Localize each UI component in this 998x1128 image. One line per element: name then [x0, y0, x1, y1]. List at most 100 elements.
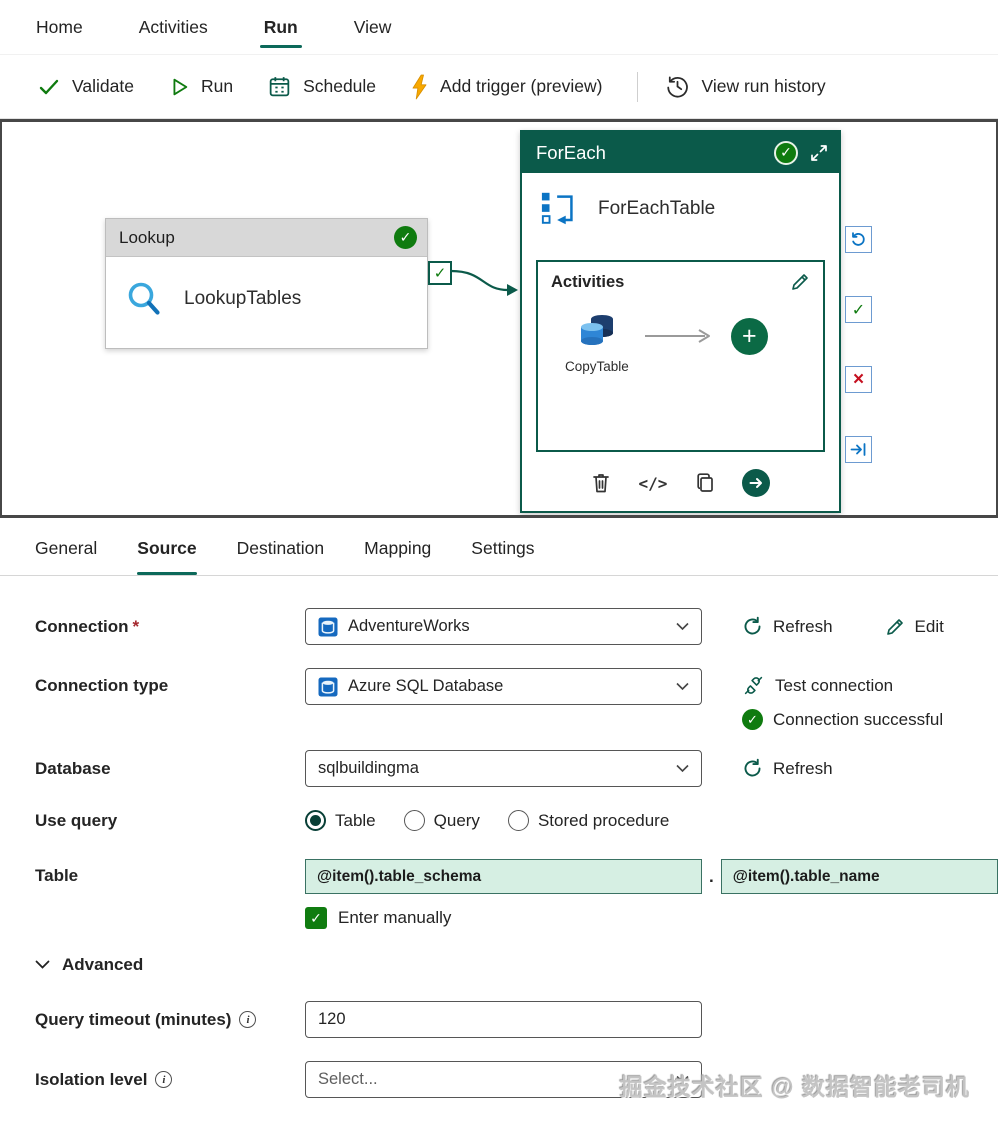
copy-activity-node[interactable]: CopyTable — [565, 312, 629, 374]
lookup-success-badge-icon: ✓ — [394, 226, 417, 249]
on-failure-port[interactable]: × — [845, 366, 872, 393]
view-run-history-button[interactable]: View run history — [652, 65, 838, 108]
edit-activities-pencil-icon[interactable] — [790, 272, 810, 292]
database-value: sqlbuildingma — [318, 759, 419, 777]
lookup-activity-card[interactable]: Lookup ✓ LookupTables — [105, 218, 428, 349]
schema-name-separator: . — [709, 866, 714, 886]
next-activity-arrow-icon — [643, 328, 717, 344]
connection-refresh-label: Refresh — [773, 616, 833, 636]
connection-type-value: Azure SQL Database — [348, 677, 504, 695]
foreach-activity-name: ForEachTable — [598, 198, 716, 219]
property-tabs: General Source Destination Mapping Setti… — [0, 518, 998, 576]
port-check-icon: ✓ — [433, 265, 447, 282]
radio-circle-icon — [507, 810, 529, 831]
tab-settings[interactable]: Settings — [471, 538, 534, 575]
view-run-history-label: View run history — [701, 76, 826, 96]
info-icon[interactable]: i — [239, 1011, 257, 1028]
table-schema-input[interactable]: @item().table_schema — [305, 859, 702, 894]
menubar: Home Activities Run View — [0, 0, 998, 55]
foreach-footer-toolbar: </> — [522, 461, 839, 505]
required-asterisk: * — [132, 616, 140, 636]
menu-item-activities[interactable]: Activities — [137, 13, 210, 42]
on-success-port[interactable]: ✓ — [845, 296, 872, 323]
isolation-level-placeholder: Select... — [318, 1070, 378, 1088]
connection-refresh-button[interactable]: Refresh — [742, 616, 833, 637]
validate-button[interactable]: Validate — [24, 66, 147, 108]
table-params-block: @item().table_schema . @item().table_nam… — [305, 859, 998, 929]
copy-table-database-icon — [575, 312, 619, 352]
activities-panel-header: Activities — [551, 272, 810, 292]
schedule-label: Schedule — [303, 76, 377, 96]
enter-manually-row: ✓ Enter manually — [305, 907, 998, 929]
schedule-button[interactable]: Schedule — [254, 65, 389, 108]
isolation-level-dropdown[interactable]: Select... — [305, 1061, 702, 1098]
radio-stored-procedure[interactable]: Stored procedure — [507, 810, 670, 831]
chevron-down-icon — [676, 764, 689, 773]
menu-item-view[interactable]: View — [352, 13, 394, 42]
success-check-badge-icon: ✓ — [742, 709, 763, 730]
info-icon[interactable]: i — [155, 1071, 173, 1088]
loop-arrow-icon — [850, 231, 867, 248]
copy-activity-label: CopyTable — [565, 359, 629, 374]
tab-mapping[interactable]: Mapping — [364, 538, 431, 575]
validate-check-icon — [37, 75, 61, 99]
on-completion-port[interactable] — [845, 226, 872, 253]
database-dropdown[interactable]: sqlbuildingma — [305, 750, 702, 787]
run-button[interactable]: Run — [155, 67, 246, 107]
run-label: Run — [200, 76, 234, 96]
chevron-down-icon — [676, 1075, 689, 1084]
navigate-arrow-button[interactable] — [741, 469, 770, 497]
table-name-input[interactable]: @item().table_name — [720, 859, 998, 894]
advanced-toggle[interactable]: Advanced — [35, 955, 998, 975]
foreach-type-label: ForEach — [536, 141, 606, 163]
delete-trash-icon[interactable] — [591, 472, 611, 494]
table-params-inputs: @item().table_schema . @item().table_nam… — [305, 859, 998, 894]
database-row: Database sqlbuildingma Refresh — [35, 750, 998, 787]
query-timeout-row: Query timeout (minutes) i — [35, 1001, 998, 1038]
activities-content: CopyTable + — [551, 312, 810, 374]
sql-database-icon — [318, 677, 338, 697]
lookup-card-header: Lookup ✓ — [106, 219, 427, 257]
foreach-activity-container[interactable]: ForEach ✓ ForEachTable Activities CopyTa… — [520, 130, 841, 513]
radio-stored-procedure-label: Stored procedure — [537, 810, 670, 830]
foreach-activities-panel[interactable]: Activities CopyTable + — [536, 260, 825, 452]
connection-dropdown[interactable]: AdventureWorks — [305, 608, 702, 645]
calendar-icon — [267, 74, 292, 99]
add-trigger-button[interactable]: Add trigger (preview) — [397, 65, 615, 109]
query-timeout-input[interactable] — [305, 1001, 702, 1038]
source-form: Connection* AdventureWorks Refresh Edit — [0, 576, 998, 1098]
chevron-down-icon — [676, 682, 689, 691]
lookup-magnifier-icon — [122, 277, 166, 321]
chevron-down-icon — [676, 622, 689, 631]
menu-item-run[interactable]: Run — [259, 13, 302, 48]
use-query-label: Use query — [35, 810, 118, 830]
database-refresh-button[interactable]: Refresh — [742, 758, 833, 779]
foreach-success-badge-icon: ✓ — [774, 140, 798, 165]
on-skip-port[interactable] — [845, 436, 872, 463]
expand-icon[interactable] — [810, 144, 828, 162]
lookup-output-port[interactable]: ✓ — [428, 261, 452, 285]
tab-general[interactable]: General — [35, 538, 97, 575]
enter-manually-checkbox[interactable]: ✓ — [305, 907, 327, 929]
connection-label: Connection * — [35, 616, 140, 636]
code-view-icon[interactable]: </> — [638, 474, 667, 493]
activities-title: Activities — [551, 272, 625, 291]
database-label: Database — [35, 758, 111, 778]
menu-item-home[interactable]: Home — [34, 13, 85, 42]
tab-destination[interactable]: Destination — [237, 538, 325, 575]
tab-source[interactable]: Source — [137, 538, 197, 575]
connection-row: Connection * AdventureWorks Refresh Edit — [35, 608, 998, 645]
add-activity-plus-button[interactable]: + — [730, 317, 768, 355]
connection-value: AdventureWorks — [348, 617, 470, 635]
pipeline-canvas[interactable]: Lookup ✓ LookupTables ✓ ForEach ✓ ForEac… — [0, 119, 998, 518]
radio-table[interactable]: Table — [305, 810, 376, 831]
foreach-icon — [540, 190, 580, 228]
connection-type-dropdown[interactable]: Azure SQL Database — [305, 668, 702, 705]
clone-copy-icon[interactable] — [695, 472, 715, 494]
test-connection-button[interactable]: Test connection — [742, 675, 943, 696]
connection-success-label: Connection successful — [773, 709, 944, 729]
connection-edit-button[interactable]: Edit — [885, 617, 944, 637]
isolation-level-row: Isolation level i Select... — [35, 1061, 998, 1098]
connection-type-label: Connection type — [35, 676, 169, 695]
radio-query[interactable]: Query — [403, 810, 480, 831]
